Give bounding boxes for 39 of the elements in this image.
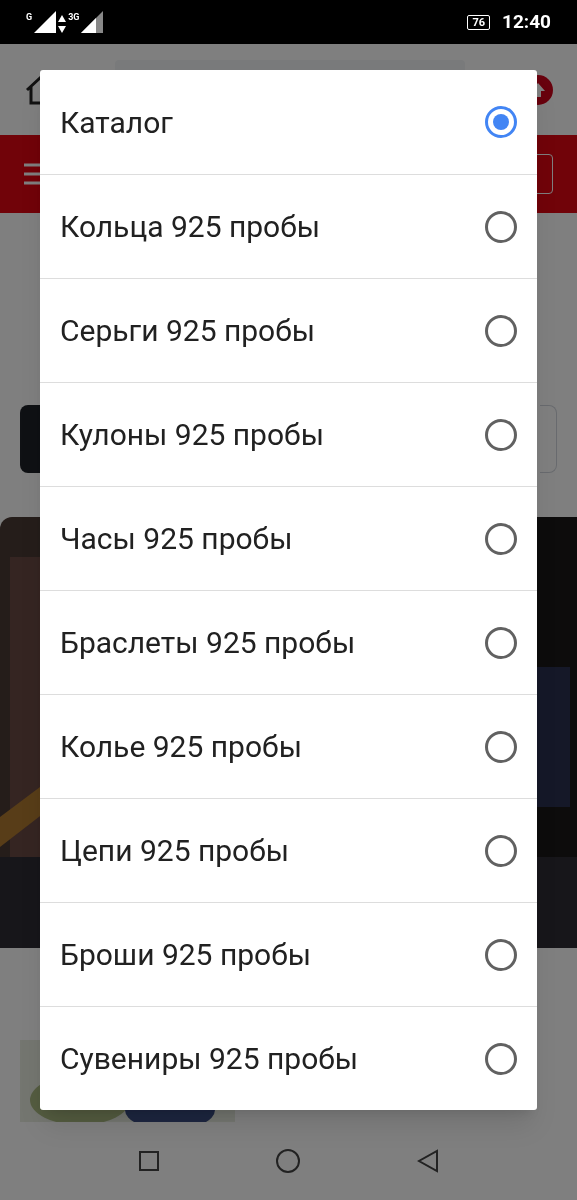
option-item[interactable]: Часы 925 пробы [40, 486, 537, 590]
option-label: Броши 925 пробы [60, 936, 312, 974]
recent-apps-icon[interactable] [137, 1150, 160, 1172]
option-label: Браслеты 925 пробы [60, 624, 356, 662]
radio-button[interactable] [485, 1042, 517, 1075]
data-arrows-icon [58, 15, 67, 33]
radio-button[interactable] [485, 522, 517, 555]
home-icon[interactable] [275, 1148, 302, 1174]
option-item[interactable]: Браслеты 925 пробы [40, 590, 537, 694]
option-item[interactable]: Кулоны 925 пробы [40, 382, 537, 486]
option-item[interactable]: Цепи 925 пробы [40, 798, 537, 902]
option-label: Цепи 925 пробы [60, 832, 290, 870]
radio-button[interactable] [485, 834, 517, 867]
clock: 12:40 [502, 8, 551, 35]
option-label: Сувениры 925 пробы [60, 1040, 359, 1078]
radio-button[interactable] [485, 730, 517, 763]
radio-button[interactable] [485, 314, 517, 347]
network-type: 3G [68, 11, 80, 24]
option-item[interactable]: Броши 925 пробы [40, 902, 537, 1006]
radio-button[interactable] [485, 418, 517, 451]
option-label: Кольца 925 пробы [60, 208, 321, 246]
option-label: Кулоны 925 пробы [60, 416, 324, 454]
option-item[interactable]: Серьги 925 пробы [40, 278, 537, 382]
signal-icon [81, 11, 104, 33]
battery-level: 76 [467, 14, 491, 30]
option-item[interactable]: Сувениры 925 пробы [40, 1006, 537, 1110]
option-item[interactable]: Каталог [40, 70, 537, 174]
option-label: Часы 925 пробы [60, 520, 293, 558]
option-label: Серьги 925 пробы [60, 312, 316, 350]
option-item[interactable]: Кольца 925 пробы [40, 174, 537, 278]
option-label: Колье 925 пробы [60, 728, 302, 766]
network-type: G [26, 11, 33, 24]
radio-button[interactable] [485, 210, 517, 243]
option-label: Каталог [60, 103, 173, 142]
radio-button[interactable] [485, 626, 517, 659]
radio-button[interactable] [485, 938, 517, 971]
option-item[interactable]: Колье 925 пробы [40, 694, 537, 798]
radio-button[interactable] [485, 106, 517, 138]
back-icon[interactable] [417, 1149, 440, 1173]
